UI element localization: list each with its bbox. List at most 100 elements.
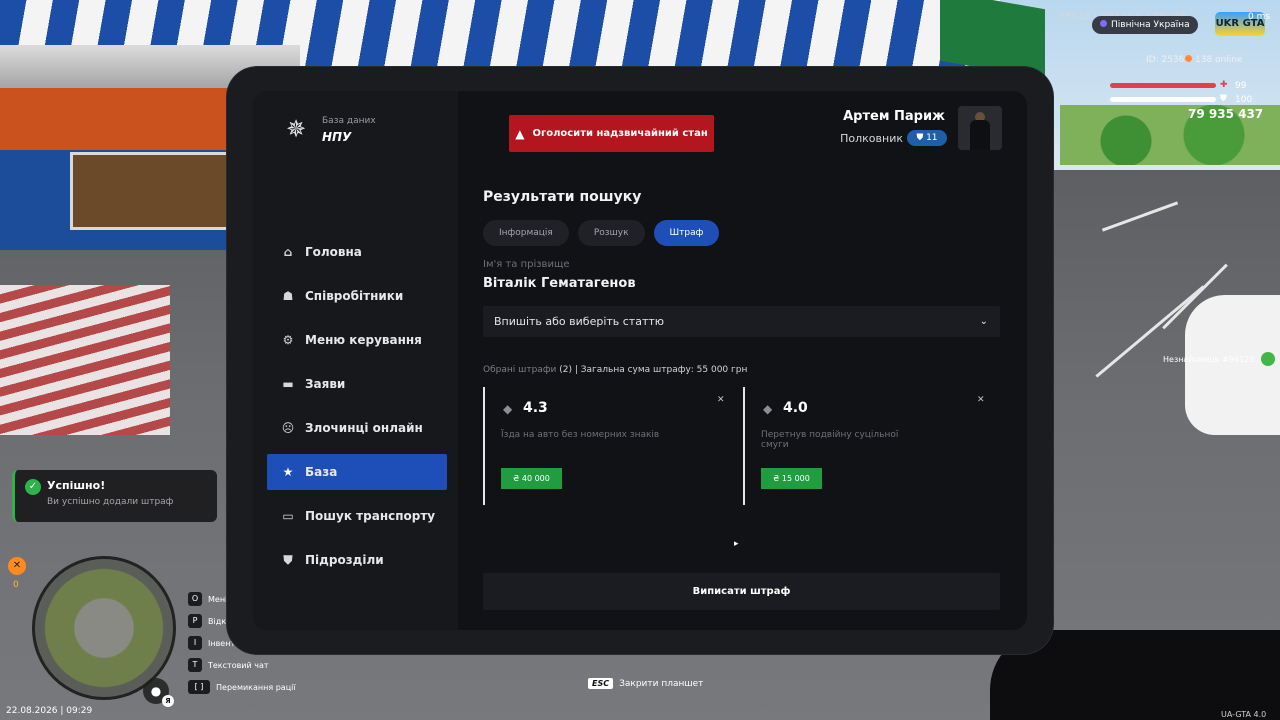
esc-key: ESC [588,678,614,689]
avatar [958,106,1002,150]
sidebar-item-label: Головна [305,245,362,259]
sidebar-item-employees[interactable]: ☗ Співробітники [267,278,447,314]
tag-icon: ◆ [763,402,773,416]
sidebar-item-label: Співробітники [305,289,404,303]
car-icon: ▭ [282,509,294,523]
keybind-row: [ ] Перемикання рації [188,676,296,698]
toast-message: Ви успішно додали штраф [47,497,174,507]
tag-icon: ◆ [503,402,513,416]
gear-icon: ⚙ [282,333,294,347]
fines-summary-label: Обрані штрафи [483,365,557,375]
rank-level: 11 [926,133,938,143]
key-cap: I [188,636,202,650]
close-icon[interactable]: ✕ [977,395,985,405]
key-cap: [ ] [188,680,210,694]
sidebar-item-criminals-online[interactable]: ☹ Злочинці онлайн [267,410,447,446]
tablet-screen: ✵ База даних НПУ ⌂ Головна ☗ Співробітники… [253,91,1027,630]
user-name: Артем Париж [843,109,945,124]
folder-icon: ▬ [282,377,294,391]
person-name: Віталік Гематагенов [483,276,636,291]
date-time: 22.08.2026 | 09:29 [6,706,93,716]
avatar-body [970,120,990,150]
key-cap: P [188,614,202,628]
police-star-icon: ✵ [285,115,307,143]
sidebar-item-applications[interactable]: ▬ Заяви [267,366,447,402]
keybind-label: Текстовий чат [208,660,269,670]
rank-badge: ⛊ 11 [907,130,947,146]
health-bar [1110,83,1216,88]
star-icon: ★ [282,465,294,479]
article-select-placeholder: Впишіть або виберіть статтю [494,315,665,328]
sidebar-item-label: Підрозділи [305,553,384,567]
sidebar-item-label: Пошук транспорту [305,509,436,523]
crosswalk [0,285,170,435]
fine-amount: ₴ 15 000 [761,468,822,489]
npc-name-tag: Незнайомець #96123 [1163,355,1255,364]
food-icon: ✕ [8,557,26,575]
close-tablet-hint: ESC Закрити планшет [588,678,703,689]
health-value: 99 [1235,81,1247,91]
brand-subtitle: База даних [322,116,376,126]
user-rank: Полковник [840,132,903,145]
success-toast: ✓ Успішно! Ви успішно додали штраф [12,470,217,522]
warning-icon: ▲ [515,126,525,141]
police-tablet: ✵ База даних НПУ ⌂ Головна ☗ Співробітники… [227,67,1053,654]
armor-value: 100 [1235,95,1253,105]
fine-description: Перетнув подвійну суцільної смуги [761,430,899,450]
users-icon: ☗ [282,289,294,303]
sidebar-item-home[interactable]: ⌂ Головна [267,234,447,270]
language-badge: Я [162,695,174,707]
mouse-cursor-icon: ▸ [734,539,739,549]
fine-card: ◆ 4.3 Їзда на авто без номерних знаків ₴… [483,387,728,505]
region-chip: Північна Україна [1092,16,1198,34]
issue-fine-button[interactable]: Виписати штраф [483,573,1000,610]
sidebar-item-database[interactable]: ★ База [267,454,447,490]
sidebar-item-divisions[interactable]: ⛊ Підрозділи [267,542,447,578]
armor-icon: ⛊ [1220,94,1227,104]
close-tablet-label: Закрити планшет [619,678,704,689]
sidebar-item-label: База [305,465,338,479]
npc-voice-icon [1261,352,1275,366]
key-cap: T [188,658,202,672]
brand-title: НПУ [322,130,352,144]
sidebar: ✵ База даних НПУ ⌂ Головна ☗ Співробітники… [253,91,458,630]
close-icon[interactable]: ✕ [717,395,725,405]
keybind-row: T Текстовий чат [188,654,296,676]
sidebar-item-label: Злочинці онлайн [305,421,423,435]
sidebar-nav: ⌂ Головна ☗ Співробітники ⚙ Меню керування … [267,234,447,586]
shop-window [70,152,230,230]
mask-icon: ☹ [281,421,295,435]
online-dot-icon [1185,55,1192,62]
home-icon: ⌂ [283,245,293,259]
key-cap: O [188,592,202,606]
money-balance: 79 935 437 [1188,107,1264,121]
region-name: Північна Україна [1111,20,1190,30]
game-version: UA-GTA 4.0 [1221,710,1267,719]
result-tabs: Інформація Розшук Штраф [483,220,728,246]
sidebar-item-label: Меню керування [305,333,422,347]
tab-wanted[interactable]: Розшук [577,220,645,246]
keybind-label: Перемикання рації [216,682,296,692]
fines-total: | Загальна сума штрафу: 55 000 грн [574,365,748,375]
region-dot-icon [1100,20,1107,27]
emergency-button-label: Оголосити надзвичайний стан [532,128,708,139]
emergency-button[interactable]: ▲ Оголосити надзвичайний стан [509,115,714,152]
tab-information[interactable]: Інформація [483,220,569,246]
online-count: 138 online [1185,55,1243,65]
article-select[interactable]: Впишіть або виберіть статтю ⌄ [483,306,1000,337]
sidebar-item-vehicle-search[interactable]: ▭ Пошук транспорту [267,498,447,534]
keybind-label: Мені [208,594,228,604]
fines-summary: Обрані штрафи (2) | Загальна сума штрафу… [483,365,747,375]
fine-article: 4.3 [523,400,548,416]
name-field-label: Ім'я та прізвище [483,259,570,270]
tab-fine[interactable]: Штраф [653,220,720,246]
health-icon: ✚ [1220,80,1228,90]
fine-article: 4.0 [783,400,808,416]
fine-card: ◆ 4.0 Перетнув подвійну суцільної смуги … [743,387,988,505]
sidebar-item-control-menu[interactable]: ⚙ Меню керування [267,322,447,358]
shield-icon: ⛊ [283,552,293,567]
ping: 0 ms [1248,12,1271,22]
player-id: ID: 25366 [1146,55,1191,65]
fine-description: Їзда на авто без номерних знаків [501,430,660,440]
sidebar-item-label: Заяви [305,377,346,391]
